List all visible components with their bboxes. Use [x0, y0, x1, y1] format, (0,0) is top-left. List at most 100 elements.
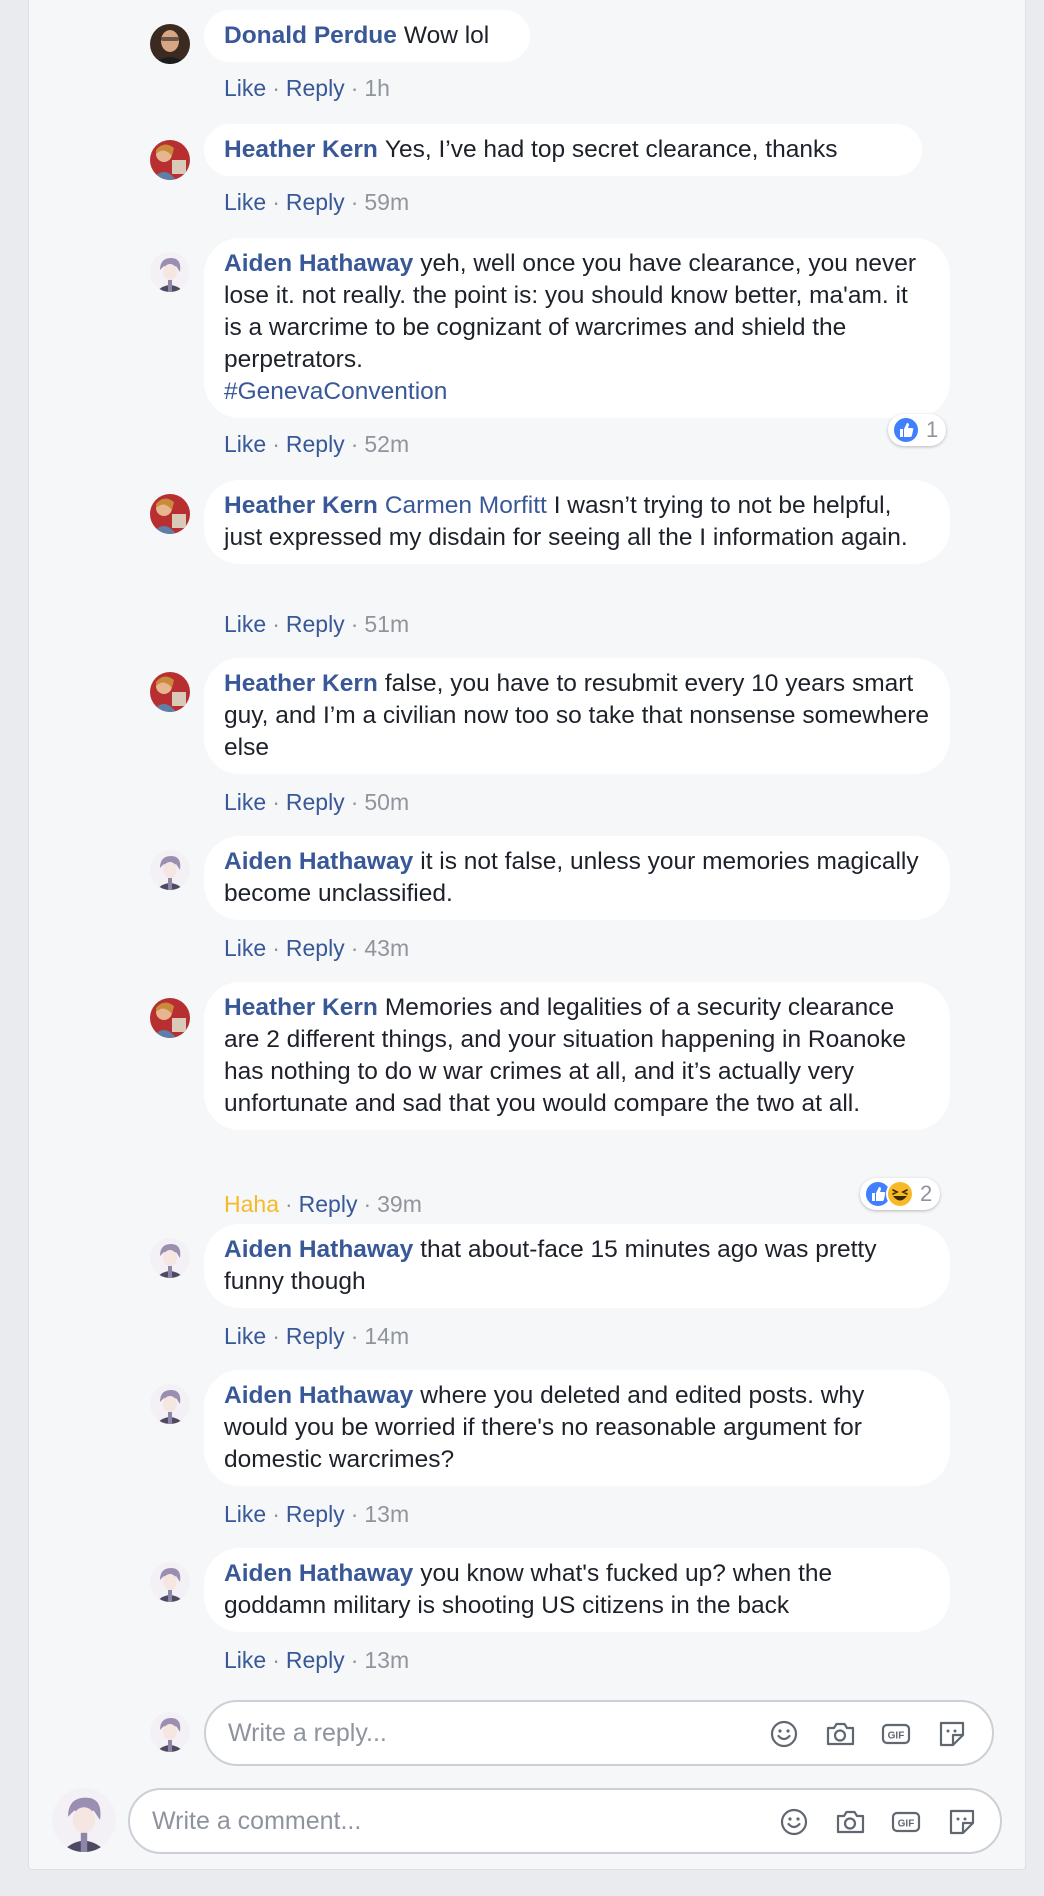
comment-author[interactable]: Aiden Hathaway	[224, 1236, 413, 1263]
haha-reacted-link[interactable]: Haha	[224, 1191, 279, 1217]
comment-actions: Like · Reply · 52m	[224, 431, 410, 457]
comment: Donald Perdue Wow lol Like · Reply · 1h	[150, 10, 950, 110]
comment-bubble: Heather Kern Memories and legalities of a…	[204, 982, 950, 1130]
comment-timestamp[interactable]: 1h	[364, 75, 390, 101]
comment-author[interactable]: Heather Kern	[224, 670, 378, 697]
current-user-avatar	[150, 1712, 190, 1752]
comment: Aiden Hathaway it is not false, unless yo…	[150, 836, 950, 966]
comment-timestamp[interactable]: 14m	[364, 1323, 409, 1349]
comment: Heather Kern Yes, I’ve had top secret cle…	[150, 124, 950, 224]
avatar-aiden-hathaway[interactable]	[150, 1238, 190, 1278]
reply-link[interactable]: Reply	[286, 935, 345, 961]
comment-timestamp[interactable]: 51m	[364, 611, 409, 637]
comment-input[interactable]: Write a comment...	[128, 1788, 1002, 1854]
comment-bubble: Heather Kern Yes, I’ve had top secret cle…	[204, 124, 922, 176]
comment-author[interactable]: Heather Kern	[224, 136, 378, 163]
comment-timestamp[interactable]: 52m	[364, 431, 409, 457]
reactions-summary[interactable]: 1	[888, 414, 947, 446]
comment-author[interactable]: Aiden Hathaway	[224, 250, 413, 277]
like-reaction-icon	[892, 416, 920, 444]
sticker-icon[interactable]	[944, 1804, 980, 1840]
reply-link[interactable]: Reply	[299, 1191, 358, 1217]
avatar-heather-kern[interactable]	[150, 140, 190, 180]
avatar-aiden-hathaway[interactable]	[150, 850, 190, 890]
comment-bubble: Heather Kern Carmen Morfitt I wasn’t tryi…	[204, 480, 950, 564]
reply-link[interactable]: Reply	[286, 189, 345, 215]
reply-composer-row: Write a reply...	[150, 1700, 1000, 1766]
comment-bubble: Donald Perdue Wow lol	[204, 10, 530, 62]
reply-link[interactable]: Reply	[286, 611, 345, 637]
comment-actions: Like · Reply · 59m	[224, 189, 410, 215]
reply-link[interactable]: Reply	[286, 431, 345, 457]
reply-tools	[766, 1716, 970, 1752]
reply-link[interactable]: Reply	[286, 789, 345, 815]
comment-author[interactable]: Heather Kern	[224, 492, 378, 519]
comment-author[interactable]: Aiden Hathaway	[224, 848, 413, 875]
camera-icon[interactable]	[832, 1804, 868, 1840]
reply-link[interactable]: Reply	[286, 1323, 345, 1349]
comment: Aiden Hathaway where you deleted and edit…	[150, 1370, 950, 1530]
comment-actions: Like · Reply · 13m	[224, 1647, 410, 1673]
comment-timestamp[interactable]: 50m	[364, 789, 409, 815]
avatar-aiden-hathaway[interactable]	[150, 252, 190, 292]
like-link[interactable]: Like	[224, 75, 266, 101]
comment: Aiden Hathaway you know what's fucked up?…	[150, 1548, 950, 1678]
reaction-count: 1	[926, 417, 939, 442]
comment: Heather Kern Carmen Morfitt I wasn’t tryi…	[150, 480, 950, 640]
comment-bubble: Heather Kern false, you have to resubmit …	[204, 658, 950, 774]
comment-actions: Like · Reply · 1h	[224, 75, 390, 101]
mention-link[interactable]: Carmen Morfitt	[385, 492, 547, 519]
comment-placeholder: Write a comment...	[152, 1807, 362, 1835]
comment-bubble: Aiden Hathaway it is not false, unless yo…	[204, 836, 950, 920]
comment-actions: Haha · Reply · 39m	[224, 1191, 422, 1217]
haha-reaction-icon	[886, 1180, 914, 1208]
comment-timestamp[interactable]: 13m	[364, 1647, 409, 1673]
like-link[interactable]: Like	[224, 431, 266, 457]
emoji-icon[interactable]	[776, 1804, 812, 1840]
hashtag-link[interactable]: #GenevaConvention	[224, 378, 447, 405]
like-link[interactable]: Like	[224, 1501, 266, 1527]
avatar-aiden-hathaway[interactable]	[150, 1562, 190, 1602]
like-link[interactable]: Like	[224, 935, 266, 961]
avatar-aiden-hathaway[interactable]	[150, 1384, 190, 1424]
comment: Aiden Hathaway that about-face 15 minutes…	[150, 1224, 950, 1354]
comment-bubble: Aiden Hathaway you know what's fucked up?…	[204, 1548, 950, 1632]
comment-author[interactable]: Aiden Hathaway	[224, 1382, 413, 1409]
comment: Aiden Hathaway yeh, well once you have cl…	[150, 238, 950, 458]
reply-link[interactable]: Reply	[286, 1501, 345, 1527]
avatar-heather-kern[interactable]	[150, 672, 190, 712]
sticker-icon[interactable]	[934, 1716, 970, 1752]
like-link[interactable]: Like	[224, 1323, 266, 1349]
gif-icon[interactable]	[878, 1716, 914, 1752]
comment-text: Yes, I’ve had top secret clearance, than…	[384, 136, 838, 163]
reaction-count: 2	[920, 1181, 933, 1206]
comment-text: Wow lol	[403, 22, 490, 49]
gif-icon[interactable]	[888, 1804, 924, 1840]
reply-link[interactable]: Reply	[286, 1647, 345, 1673]
comment-timestamp[interactable]: 39m	[377, 1191, 422, 1217]
like-link[interactable]: Like	[224, 1647, 266, 1673]
like-link[interactable]: Like	[224, 611, 266, 637]
comment-bubble: Aiden Hathaway where you deleted and edit…	[204, 1370, 950, 1486]
reply-input[interactable]: Write a reply...	[204, 1700, 994, 1766]
comment-actions: Like · Reply · 51m	[224, 611, 410, 637]
avatar-donald-perdue[interactable]	[150, 24, 190, 64]
comment-bubble: Aiden Hathaway yeh, well once you have cl…	[204, 238, 950, 418]
comment-author[interactable]: Aiden Hathaway	[224, 1560, 413, 1587]
current-user-avatar	[52, 1788, 116, 1852]
like-link[interactable]: Like	[224, 789, 266, 815]
avatar-heather-kern[interactable]	[150, 494, 190, 534]
avatar-heather-kern[interactable]	[150, 998, 190, 1038]
comment-timestamp[interactable]: 13m	[364, 1501, 409, 1527]
like-link[interactable]: Like	[224, 189, 266, 215]
emoji-icon[interactable]	[766, 1716, 802, 1752]
comment-timestamp[interactable]: 43m	[364, 935, 409, 961]
comment-bubble: Aiden Hathaway that about-face 15 minutes…	[204, 1224, 950, 1308]
comment-author[interactable]: Donald Perdue	[224, 22, 397, 49]
comment-timestamp[interactable]: 59m	[364, 189, 409, 215]
camera-icon[interactable]	[822, 1716, 858, 1752]
comment-actions: Like · Reply · 50m	[224, 789, 410, 815]
comment-author[interactable]: Heather Kern	[224, 994, 378, 1021]
reactions-summary[interactable]: 2	[860, 1178, 941, 1210]
reply-link[interactable]: Reply	[286, 75, 345, 101]
